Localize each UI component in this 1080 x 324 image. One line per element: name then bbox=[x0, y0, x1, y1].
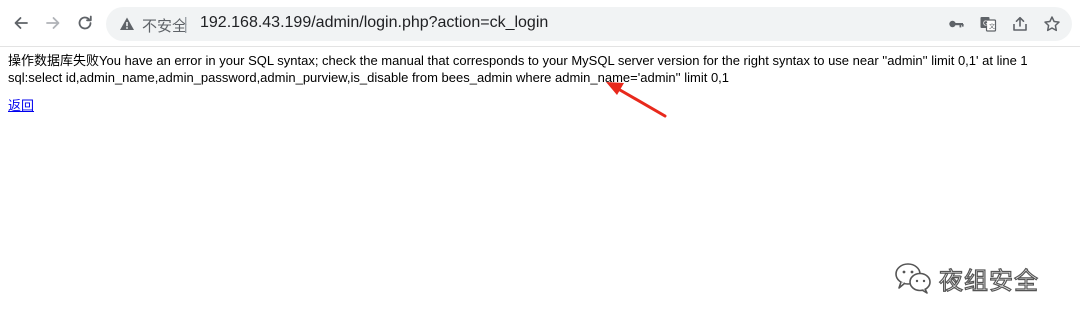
watermark: 夜组安全 bbox=[893, 258, 1039, 298]
annotation-arrow-icon bbox=[606, 82, 667, 118]
translate-icon[interactable]: G文 bbox=[979, 15, 997, 33]
security-status-label[interactable]: 不安全 bbox=[142, 15, 187, 36]
wechat-icon bbox=[895, 263, 931, 294]
forward-icon[interactable] bbox=[40, 10, 66, 36]
sql-error-message: 操作数据库失败You have an error in your SQL syn… bbox=[8, 53, 1028, 68]
svg-text:G: G bbox=[983, 21, 988, 28]
browser-toolbar: 不安全 | 192.168.43.199/admin/login.php?act… bbox=[0, 0, 1080, 47]
back-link[interactable]: 返回 bbox=[8, 95, 34, 114]
warning-icon[interactable] bbox=[119, 16, 135, 32]
back-icon[interactable] bbox=[8, 10, 34, 36]
reload-icon[interactable] bbox=[72, 10, 98, 36]
address-bar[interactable]: 不安全 | 192.168.43.199/admin/login.php?act… bbox=[106, 7, 1072, 41]
share-icon[interactable] bbox=[1011, 15, 1029, 33]
sql-query-text: sql:select id,admin_name,admin_password,… bbox=[8, 70, 730, 85]
address-separator: | bbox=[183, 14, 189, 33]
page-content: 操作数据库失败You have an error in your SQL syn… bbox=[8, 52, 1072, 86]
svg-text:文: 文 bbox=[989, 23, 995, 31]
key-icon[interactable] bbox=[947, 15, 965, 33]
url-text[interactable]: 192.168.43.199/admin/login.php?action=ck… bbox=[200, 14, 548, 32]
star-icon[interactable] bbox=[1043, 15, 1061, 33]
watermark-text: 夜组安全 bbox=[938, 266, 1039, 295]
